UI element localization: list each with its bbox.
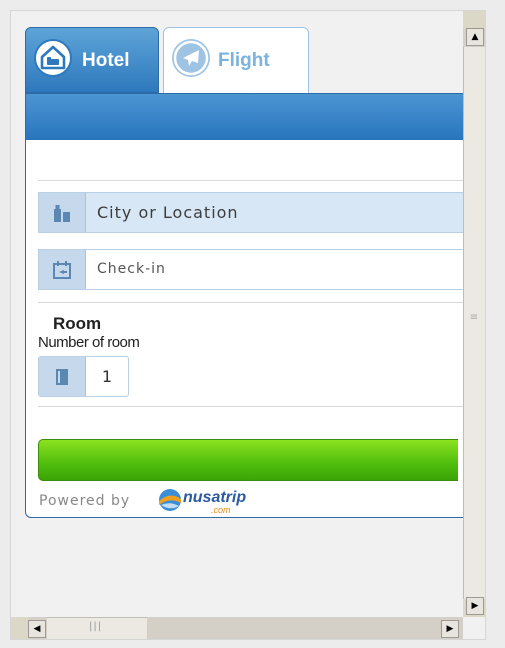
scroll-right-button[interactable]: ▶ bbox=[441, 620, 459, 638]
vertical-scrollbar[interactable]: ≡ ▲ ▶ bbox=[463, 11, 485, 617]
horizontal-scrollbar[interactable]: ||| ◀ ▶ bbox=[11, 617, 485, 639]
checkin-placeholder: Check-in bbox=[97, 261, 166, 277]
powered-by-text: Powered by bbox=[39, 493, 131, 509]
tab-flight[interactable]: Flight bbox=[163, 27, 309, 93]
arrow-right-icon: ▶ bbox=[446, 623, 454, 634]
calendar-icon bbox=[39, 250, 86, 289]
checkin-field[interactable]: Check-in bbox=[38, 249, 463, 290]
arrow-up-icon: ▲ bbox=[471, 31, 479, 42]
room-count-value: 1 bbox=[101, 367, 113, 386]
widget-viewport: Hotel Flight City or Location Check-in R… bbox=[11, 11, 463, 617]
room-count-field[interactable]: 1 bbox=[38, 356, 129, 397]
airplane-icon bbox=[172, 39, 210, 77]
divider bbox=[38, 180, 463, 181]
divider bbox=[38, 302, 463, 303]
divider bbox=[38, 406, 463, 407]
tab-hotel[interactable]: Hotel bbox=[25, 27, 159, 93]
scroll-down-button[interactable]: ▶ bbox=[466, 597, 484, 615]
nusatrip-logo[interactable]: nusatrip .com bbox=[157, 485, 257, 515]
grip-icon: ≡ bbox=[469, 312, 479, 323]
arrow-right-icon: ▶ bbox=[471, 600, 479, 611]
brand-domain: .com bbox=[211, 505, 231, 515]
building-icon bbox=[39, 193, 86, 232]
search-button[interactable] bbox=[38, 439, 458, 481]
room-subtitle: Number of room bbox=[38, 334, 140, 351]
scroll-left-button[interactable]: ◀ bbox=[28, 620, 46, 638]
panel-header-bar bbox=[26, 94, 463, 140]
city-location-placeholder: City or Location bbox=[97, 203, 239, 222]
globe-icon bbox=[159, 489, 181, 511]
scrollbar-corner bbox=[463, 617, 485, 639]
arrow-left-icon: ◀ bbox=[33, 623, 41, 634]
browser-frame: Hotel Flight City or Location Check-in R… bbox=[10, 10, 486, 640]
city-location-field[interactable]: City or Location bbox=[38, 192, 463, 233]
door-icon bbox=[39, 357, 86, 396]
tab-flight-label: Flight bbox=[218, 50, 270, 71]
tab-hotel-label: Hotel bbox=[82, 50, 130, 71]
hotel-icon bbox=[34, 39, 72, 77]
scroll-up-button[interactable]: ▲ bbox=[466, 28, 484, 46]
grip-icon: ||| bbox=[89, 621, 103, 632]
room-title: Room bbox=[53, 314, 102, 333]
